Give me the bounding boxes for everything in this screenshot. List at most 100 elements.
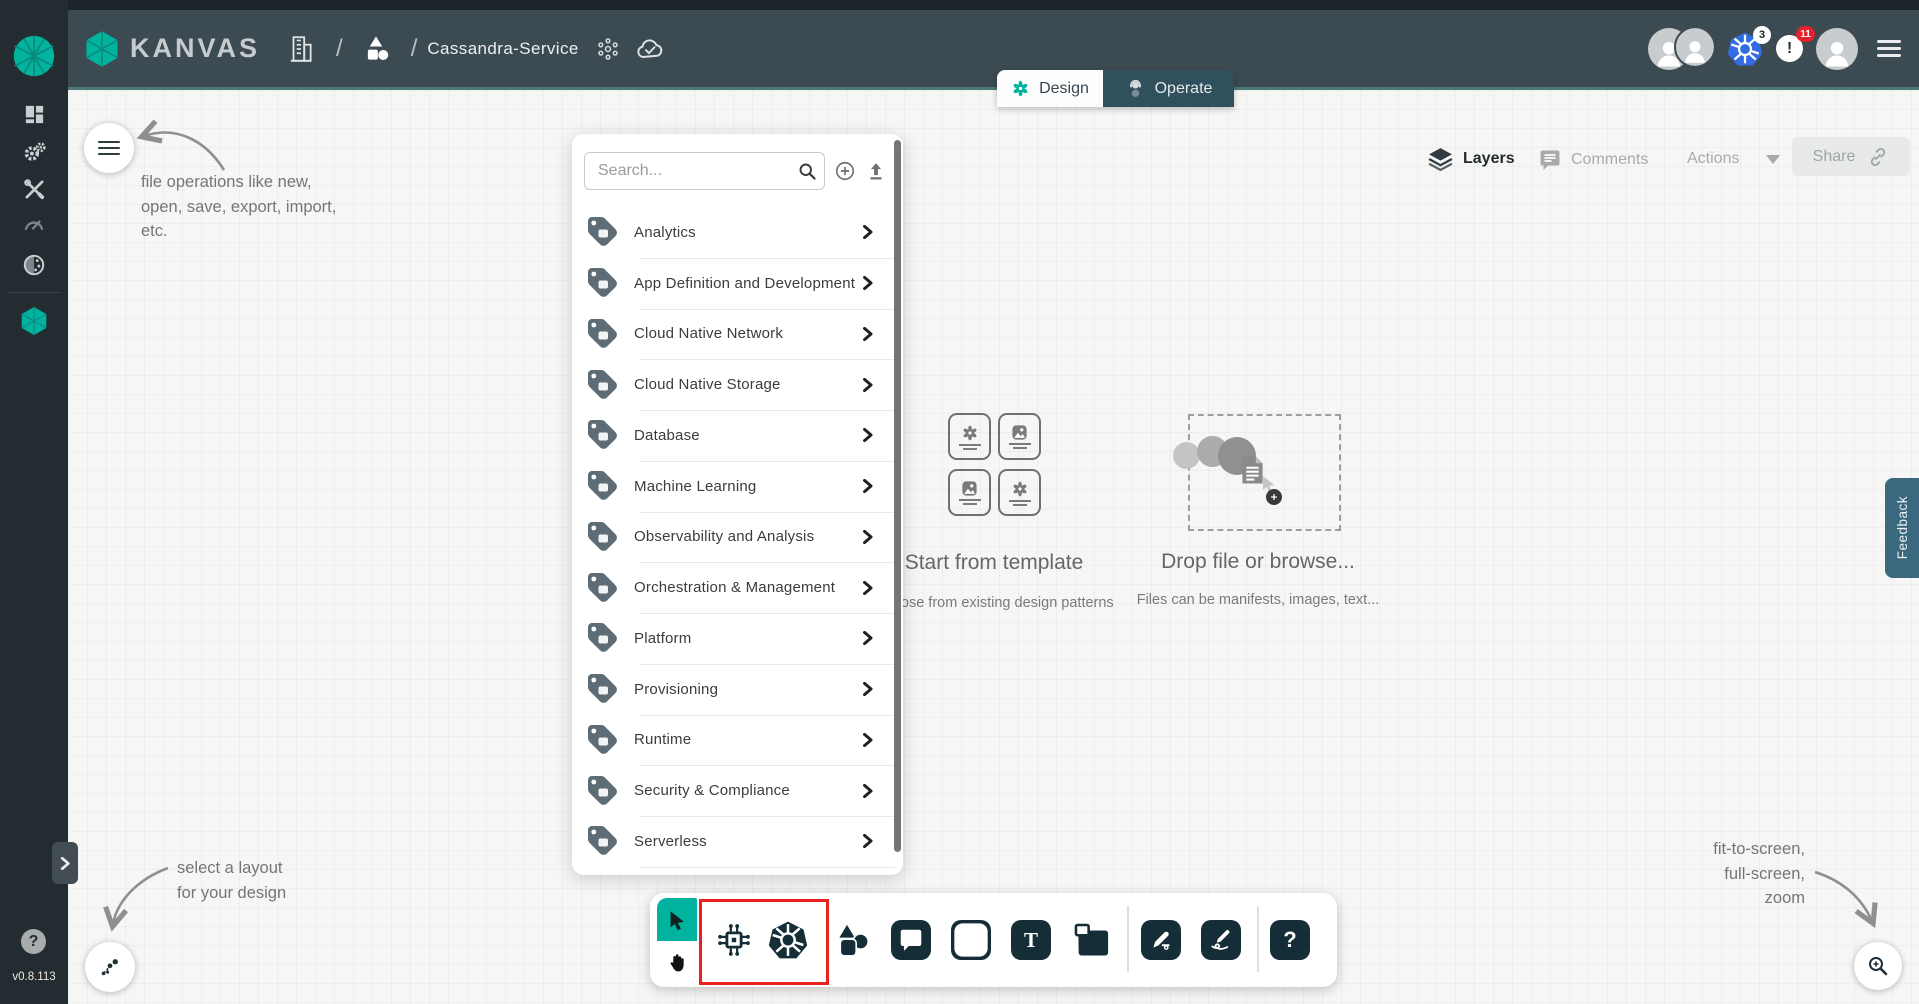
category-row-serverless[interactable]: Serverless <box>572 816 903 867</box>
lifecycle-gears-icon[interactable] <box>0 140 68 165</box>
layers-button[interactable]: Layers <box>1427 146 1515 171</box>
breadcrumb-separator: / <box>336 35 343 63</box>
collaborator-avatars[interactable] <box>1648 28 1714 70</box>
extensions-icon[interactable] <box>0 252 68 278</box>
top-strip <box>0 0 1919 10</box>
text-icon: T <box>1024 928 1038 953</box>
layout-select-button[interactable] <box>85 942 135 992</box>
tag-network-icon <box>584 317 618 351</box>
brand-wordmark: KANVAS <box>130 33 260 64</box>
chevron-right-icon <box>861 327 875 341</box>
app-menu-icon[interactable] <box>1877 36 1901 61</box>
notes-icon <box>1072 921 1110 959</box>
canvas-menu-button[interactable] <box>84 123 134 173</box>
shapes-icon <box>834 921 872 959</box>
tag-security-icon <box>584 774 618 808</box>
help-button[interactable]: ? <box>21 929 46 954</box>
breadcrumb-separator-2: / <box>411 35 418 63</box>
text-tool[interactable]: T <box>1011 920 1051 960</box>
notes-tool[interactable] <box>1071 920 1111 960</box>
freehand-draw-tool[interactable] <box>1201 920 1241 960</box>
feedback-tab[interactable]: Feedback <box>1885 478 1919 578</box>
kanvas-active-icon[interactable] <box>0 306 68 336</box>
search-icon[interactable] <box>797 161 818 182</box>
upload-icon[interactable] <box>865 160 887 182</box>
template-previews[interactable] <box>948 413 1041 516</box>
kubernetes-tool[interactable] <box>768 920 808 960</box>
user-avatar[interactable] <box>1816 28 1858 70</box>
image-icon <box>960 480 979 497</box>
category-row-platform[interactable]: Platform <box>572 613 903 664</box>
image-tool[interactable] <box>951 920 991 960</box>
template-card[interactable] <box>948 413 991 460</box>
layout-annotation: select a layout for your design <box>177 856 286 905</box>
drop-deco-circle <box>1173 442 1200 469</box>
template-card[interactable] <box>998 469 1041 516</box>
toolbox-icon[interactable] <box>0 178 68 201</box>
operator-headset-icon <box>1125 78 1146 99</box>
collaborator-avatar-icon-2[interactable] <box>1676 28 1714 66</box>
category-row-orchestration[interactable]: Orchestration & Management <box>572 562 903 613</box>
share-button[interactable]: Share <box>1792 137 1910 176</box>
pan-hand-tool[interactable] <box>657 941 697 983</box>
category-row-database[interactable]: Database <box>572 410 903 461</box>
category-row-security[interactable]: Security & Compliance <box>572 765 903 816</box>
chevron-right-icon <box>861 530 875 544</box>
sidebar-expander[interactable] <box>52 842 78 884</box>
design-canvas[interactable] <box>68 90 1919 1004</box>
image-icon <box>951 920 991 960</box>
drop-file-title[interactable]: Drop file or browse... <box>1108 550 1408 574</box>
pan-hand-icon <box>666 951 689 974</box>
component-circuit-icon <box>715 921 753 959</box>
mode-tabs: Design Operate <box>997 70 1234 107</box>
category-row-cloud-native-storage[interactable]: Cloud Native Storage <box>572 359 903 410</box>
search-input[interactable] <box>584 152 825 190</box>
template-card[interactable] <box>948 469 991 516</box>
comments-button[interactable]: Comments <box>1538 148 1648 172</box>
comment-tool[interactable] <box>891 920 931 960</box>
pen-tool[interactable] <box>1141 920 1181 960</box>
collaborators-molecule-icon[interactable] <box>595 36 621 62</box>
organization-building-icon[interactable] <box>288 34 314 64</box>
category-row-runtime[interactable]: Runtime <box>572 715 903 766</box>
designs-shapes-icon[interactable] <box>361 34 391 64</box>
actions-dropdown[interactable]: Actions <box>1687 150 1780 168</box>
category-row-analytics[interactable]: Analytics <box>572 207 903 258</box>
comment-icon <box>898 927 924 953</box>
tab-operate-label: Operate <box>1155 80 1213 98</box>
kubernetes-context-button[interactable]: 3 <box>1727 31 1763 67</box>
category-row-provisioning[interactable]: Provisioning <box>572 664 903 715</box>
category-row-machine-learning[interactable]: Machine Learning <box>572 461 903 512</box>
category-row-app-definition[interactable]: App Definition and Development <box>572 258 903 309</box>
comments-icon <box>1538 148 1562 172</box>
help-tool[interactable]: ? <box>1270 920 1310 960</box>
category-row-cloud-native-network[interactable]: Cloud Native Network <box>572 309 903 360</box>
chevron-right-icon <box>861 834 875 848</box>
file-drop-zone[interactable] <box>1188 414 1341 531</box>
component-circuit-tool[interactable] <box>714 920 754 960</box>
layers-label: Layers <box>1463 150 1515 168</box>
template-card[interactable] <box>998 413 1041 460</box>
breadcrumb-design-name[interactable]: Cassandra-Service <box>427 39 578 59</box>
share-label: Share <box>1813 148 1856 166</box>
zoom-button[interactable] <box>1854 942 1902 990</box>
app-header: KANVAS / / Cassandra-Service 3 ! 11 <box>68 10 1919 87</box>
tab-operate[interactable]: Operate <box>1103 70 1234 107</box>
performance-gauge-icon[interactable] <box>0 212 68 236</box>
notifications-button[interactable]: ! 11 <box>1776 35 1803 62</box>
version-label: v0.8.113 <box>0 971 68 983</box>
chevron-right-icon <box>861 784 875 798</box>
pinwheel-icon <box>1011 480 1029 498</box>
kanvas-ball-logo-icon[interactable] <box>0 34 68 78</box>
category-row-observability[interactable]: Observability and Analysis <box>572 512 903 563</box>
add-circle-icon[interactable] <box>834 160 856 182</box>
shapes-tool[interactable] <box>833 920 873 960</box>
panel-scrollbar[interactable] <box>894 140 901 852</box>
plus-badge-icon <box>1266 489 1282 505</box>
category-row-partial[interactable] <box>572 867 903 875</box>
tab-design[interactable]: Design <box>997 70 1103 107</box>
notification-count-badge: 11 <box>1796 26 1815 42</box>
tag-app-definition-icon <box>584 266 618 300</box>
select-cursor-tool[interactable] <box>657 898 697 941</box>
dashboard-icon[interactable] <box>0 103 68 126</box>
